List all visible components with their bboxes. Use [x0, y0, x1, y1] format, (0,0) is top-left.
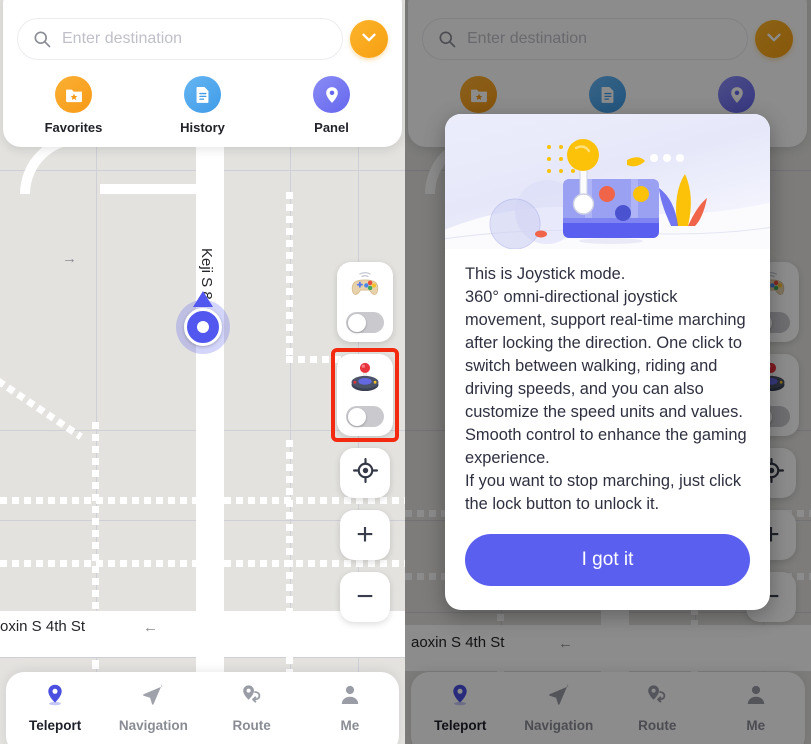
search-icon [32, 29, 52, 49]
search-input[interactable]: Enter destination [17, 18, 343, 60]
street-direction-arrow: ← [143, 619, 158, 636]
modal-description: This is Joystick mode. 360° omni-directi… [465, 265, 747, 513]
search-row: Enter destination [3, 18, 402, 60]
locate-crosshair-icon [352, 457, 379, 489]
map-pin-icon [313, 76, 350, 113]
zoom-in-button[interactable]: + [340, 510, 390, 560]
quick-actions: Favorites History Panel [3, 76, 402, 135]
nav-item-teleport[interactable]: Teleport [6, 683, 104, 733]
gamepad-icon [348, 270, 382, 305]
path-dashed [0, 497, 196, 504]
joystick-toggle[interactable] [346, 406, 384, 427]
map-controls-left: + − [331, 262, 399, 622]
modal-body: This is Joystick mode. 360° omni-directi… [445, 249, 770, 516]
bottom-nav-left: Teleport Navigation Route Me [6, 672, 399, 744]
quick-action-history[interactable]: History [138, 76, 267, 135]
quick-action-panel[interactable]: Panel [267, 76, 396, 135]
panel-right: aoxin S 4th St ← Enter destination + − T… [405, 0, 811, 744]
quick-action-label: Panel [314, 120, 349, 135]
location-heading-cone [193, 291, 213, 307]
joystick-info-modal: This is Joystick mode. 360° omni-directi… [445, 114, 770, 610]
folder-star-icon [55, 76, 92, 113]
app-screenshot: → Keji S 8 oxin S 4th St ← Enter destina… [0, 0, 811, 744]
map-pin-icon [43, 683, 67, 712]
street-label-horizontal: oxin S 4th St [0, 618, 86, 635]
modal-actions: I got it [445, 516, 770, 610]
nav-label: Me [340, 718, 360, 733]
minus-icon: − [356, 580, 374, 613]
gamepad-control-card[interactable] [337, 262, 393, 342]
nav-label: Teleport [28, 718, 82, 733]
nav-item-me[interactable]: Me [301, 683, 399, 733]
gamepad-toggle[interactable] [346, 312, 384, 333]
chevron-down-icon [358, 26, 380, 53]
path-dashed [0, 560, 196, 567]
panel-left: → Keji S 8 oxin S 4th St ← Enter destina… [0, 0, 405, 744]
path-dashed [286, 440, 293, 612]
zoom-out-button[interactable]: − [340, 572, 390, 622]
joystick-icon [346, 362, 384, 399]
locate-button[interactable] [340, 448, 390, 498]
current-location-marker [176, 291, 230, 354]
quick-action-label: Favorites [44, 120, 103, 135]
toggle-knob [347, 407, 366, 426]
nav-label: Route [232, 718, 271, 733]
document-icon [184, 76, 221, 113]
person-icon [338, 683, 362, 712]
dropdown-button[interactable] [350, 20, 388, 58]
paper-plane-icon [141, 683, 165, 712]
joystick-control-card[interactable] [331, 348, 399, 442]
search-card: Enter destination Favorites History Pane… [3, 0, 402, 147]
plus-icon: + [356, 518, 374, 551]
road-direction-arrow: → [62, 250, 77, 267]
quick-action-favorites[interactable]: Favorites [9, 76, 138, 135]
route-pin-icon [240, 683, 264, 712]
nav-item-navigation[interactable]: Navigation [104, 683, 202, 733]
nav-item-route[interactable]: Route [203, 683, 301, 733]
arcade-joystick-illustration [445, 114, 770, 249]
quick-action-label: History [180, 120, 225, 135]
path-dashed [286, 192, 293, 362]
i-got-it-button[interactable]: I got it [465, 534, 750, 586]
toggle-knob [347, 313, 366, 332]
search-placeholder: Enter destination [62, 30, 183, 47]
location-center-dot [197, 321, 209, 333]
nav-label: Navigation [118, 718, 188, 733]
